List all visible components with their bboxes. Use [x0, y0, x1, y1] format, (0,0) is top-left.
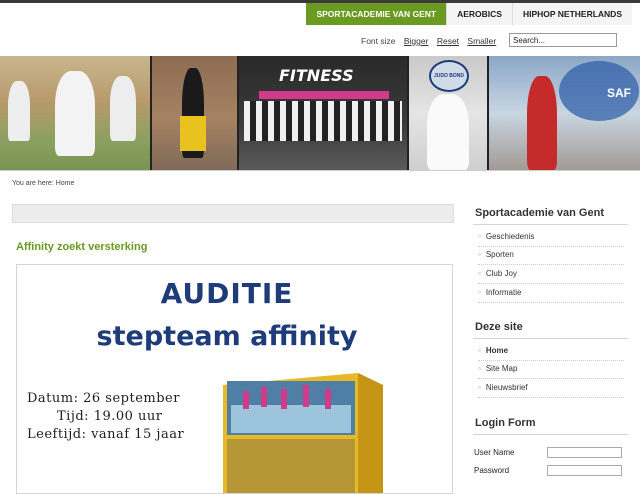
- font-smaller-link[interactable]: Smaller: [467, 36, 496, 46]
- poster-date: Datum: 26 september: [27, 391, 180, 406]
- poster-subtitle: stepteam affinity: [96, 321, 358, 352]
- fitness-logo-text: FITNESS: [279, 66, 354, 85]
- sidebar-item-label: Home: [485, 346, 509, 355]
- sidebar-item-sporten[interactable]: ▫ Sporten: [478, 246, 624, 265]
- top-navigation: SPORTACADEMIE VAN GENT AEROBICS HIPHOP N…: [306, 3, 632, 25]
- sidebar-item-site-map[interactable]: ▫ Site Map: [478, 360, 624, 379]
- sidebar-item-nieuwsbrief[interactable]: ▫ Nieuwsbrief: [478, 379, 624, 398]
- banner-photo-judo: [0, 56, 152, 170]
- username-label: User Name: [474, 448, 515, 457]
- nav-sportacademie[interactable]: SPORTACADEMIE VAN GENT: [306, 3, 447, 25]
- password-label: Password: [474, 466, 510, 475]
- password-input[interactable]: [547, 465, 622, 476]
- breadcrumb: You are here: Home: [12, 180, 75, 187]
- sport-logo-text: SAF: [607, 86, 631, 100]
- banner-photo-fitness-team: FITNESS: [239, 56, 409, 170]
- sidebar-item-label: Nieuwsbrief: [485, 383, 528, 392]
- sidebar-title-login-form: Login Form: [475, 417, 536, 429]
- username-input[interactable]: [547, 447, 622, 458]
- poster-time: Tijd: 19.00 uur: [57, 409, 163, 424]
- sidebar-item-home[interactable]: ▫ Home: [478, 342, 624, 361]
- judo-bond-badge: JUDO BOND: [429, 60, 469, 92]
- header-banner: FITNESS JUDO BOND SAF: [0, 56, 640, 171]
- font-reset-link[interactable]: Reset: [437, 36, 459, 46]
- font-bigger-link[interactable]: Bigger: [404, 36, 429, 46]
- sidebar-divider: [473, 224, 628, 225]
- sidebar-item-club-joy[interactable]: ▫ Club Joy: [478, 265, 624, 284]
- font-size-label: Font size: [361, 36, 396, 46]
- sidebar-item-label: Site Map: [485, 364, 518, 373]
- sidebar-item-geschiedenis[interactable]: ▫ Geschiedenis: [478, 228, 624, 247]
- nav-aerobics[interactable]: AEROBICS: [446, 3, 512, 25]
- sidebar-item-informatie[interactable]: ▫ Informatie: [478, 284, 624, 303]
- poster-age: Leeftijd: vanaf 15 jaar: [27, 427, 185, 442]
- sidebar-title-deze-site: Deze site: [475, 321, 523, 333]
- poster-title: AUDITIE: [160, 277, 294, 310]
- font-size-controls: Font size Bigger Reset Smaller: [361, 36, 496, 46]
- banner-photo-aerobics: [152, 56, 239, 170]
- sidebar-item-label: Sporten: [485, 250, 514, 259]
- banner-photo-cheer: SAF: [489, 56, 640, 170]
- article-poster-image: AUDITIE stepteam affinity Datum: 26 sept…: [16, 264, 453, 494]
- content-toolbar: [12, 204, 454, 223]
- nav-hiphop-netherlands[interactable]: HIPHOP NETHERLANDS: [511, 3, 632, 25]
- banner-photo-judo-kid: JUDO BOND: [409, 56, 489, 170]
- poster-cube-graphic: [223, 373, 383, 493]
- article-title[interactable]: Affinity zoekt versterking: [16, 241, 147, 253]
- sidebar-item-label: Informatie: [485, 288, 522, 297]
- sidebar-divider: [473, 434, 628, 435]
- sidebar-item-label: Geschiedenis: [485, 232, 535, 241]
- sidebar-item-label: Club Joy: [485, 269, 517, 278]
- sidebar-title-sportacademie: Sportacademie van Gent: [475, 207, 604, 219]
- search-input[interactable]: [509, 33, 617, 47]
- sidebar-divider: [473, 338, 628, 339]
